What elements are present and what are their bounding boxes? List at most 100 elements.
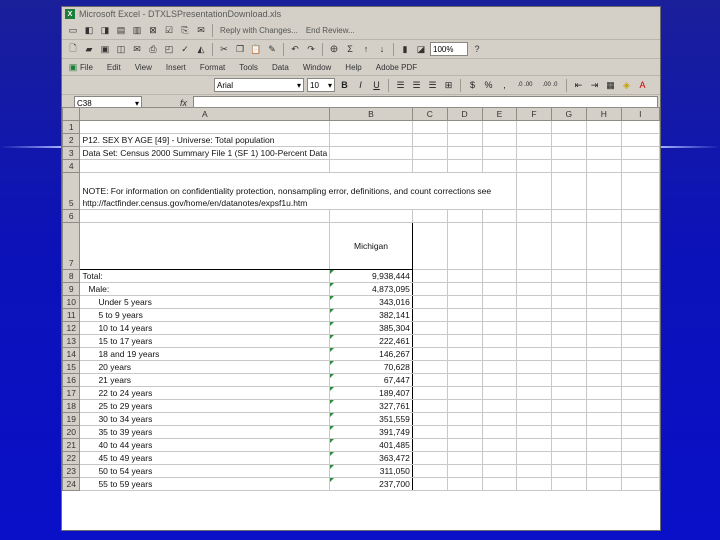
decrease-indent-icon[interactable]: ⇤	[572, 79, 585, 92]
spelling-icon[interactable]: ✓	[178, 42, 192, 56]
menu-format[interactable]: Format	[200, 63, 225, 72]
row-header[interactable]: 7	[62, 222, 81, 270]
previous-comment-icon[interactable]: ◧	[82, 23, 96, 37]
empty-cell[interactable]	[411, 386, 448, 400]
print-preview-icon[interactable]: ◰	[162, 42, 176, 56]
empty-cell[interactable]	[446, 477, 483, 491]
empty-cell[interactable]	[446, 308, 483, 322]
cell-a[interactable]: 20 years	[79, 360, 331, 374]
empty-cell[interactable]	[516, 360, 552, 374]
empty-cell[interactable]	[550, 282, 587, 296]
empty-cell[interactable]	[446, 360, 483, 374]
row-header[interactable]: 8	[62, 269, 81, 283]
help-icon[interactable]: ?	[470, 42, 484, 56]
merge-center-icon[interactable]: ⊞	[442, 79, 455, 92]
row-header[interactable]: 18	[62, 399, 81, 413]
empty-cell[interactable]	[446, 464, 483, 478]
empty-cell[interactable]	[585, 425, 622, 439]
empty-cell[interactable]	[585, 386, 622, 400]
send-mail-icon[interactable]: ✉	[194, 23, 208, 37]
chart-wizard-icon[interactable]: ▮	[398, 42, 412, 56]
comma-button[interactable]: ,	[498, 79, 511, 92]
row-header[interactable]: 3	[62, 146, 81, 160]
empty-cell[interactable]	[516, 172, 552, 210]
row-header[interactable]: 11	[62, 308, 81, 322]
empty-cell[interactable]	[481, 334, 518, 348]
font-color-icon[interactable]: A	[636, 79, 649, 92]
empty-cell[interactable]	[550, 373, 587, 387]
column-header-d[interactable]: D	[446, 107, 483, 121]
cell-a[interactable]: 15 to 17 years	[79, 334, 331, 348]
empty-cell[interactable]	[446, 146, 483, 160]
empty-cell[interactable]	[481, 269, 518, 283]
cell-a[interactable]: 18 and 19 years	[79, 347, 331, 361]
cell-b[interactable]	[329, 120, 413, 134]
cell-b[interactable]: 237,700	[329, 477, 413, 491]
align-right-icon[interactable]: ☰	[426, 79, 439, 92]
empty-cell[interactable]	[481, 295, 518, 309]
empty-cell[interactable]	[411, 282, 448, 296]
empty-cell[interactable]	[620, 295, 660, 309]
empty-cell[interactable]	[411, 159, 448, 173]
empty-cell[interactable]	[481, 360, 518, 374]
menu-view[interactable]: View	[135, 63, 152, 72]
menu-window[interactable]: Window	[303, 63, 331, 72]
decrease-decimal-button[interactable]: .00 .0	[539, 79, 561, 92]
empty-cell[interactable]	[411, 308, 448, 322]
empty-cell[interactable]	[550, 120, 587, 134]
row-header[interactable]: 4	[62, 159, 81, 173]
empty-cell[interactable]	[620, 464, 660, 478]
empty-cell[interactable]	[481, 399, 518, 413]
empty-cell[interactable]	[550, 412, 587, 426]
empty-cell[interactable]	[516, 209, 552, 223]
empty-cell[interactable]	[446, 451, 483, 465]
cell-b[interactable]	[329, 146, 413, 160]
row-header[interactable]: 21	[62, 438, 81, 452]
empty-cell[interactable]	[516, 425, 552, 439]
empty-cell[interactable]	[411, 347, 448, 361]
empty-cell[interactable]	[585, 438, 622, 452]
empty-cell[interactable]	[620, 334, 660, 348]
empty-cell[interactable]	[481, 477, 518, 491]
borders-icon[interactable]: ▦	[604, 79, 617, 92]
menu-data[interactable]: Data	[272, 63, 289, 72]
empty-cell[interactable]	[585, 451, 622, 465]
empty-cell[interactable]	[481, 308, 518, 322]
column-header-b[interactable]: B	[329, 107, 413, 121]
empty-cell[interactable]	[516, 269, 552, 283]
empty-cell[interactable]	[550, 399, 587, 413]
row-header[interactable]: 9	[62, 282, 81, 296]
empty-cell[interactable]	[585, 360, 622, 374]
cell-a[interactable]: Total:	[79, 269, 331, 283]
empty-cell[interactable]	[620, 222, 660, 270]
cell-a[interactable]: 21 years	[79, 373, 331, 387]
empty-cell[interactable]	[516, 477, 552, 491]
empty-cell[interactable]	[481, 222, 518, 270]
empty-cell[interactable]	[550, 222, 587, 270]
column-header-a[interactable]: A	[79, 107, 331, 121]
cell-b[interactable]: 4,873,095	[329, 282, 413, 296]
empty-cell[interactable]	[585, 412, 622, 426]
column-header-i[interactable]: I	[620, 107, 660, 121]
row-header[interactable]: 17	[62, 386, 81, 400]
cell-a[interactable]: 50 to 54 years	[79, 464, 331, 478]
cell-b[interactable]: 351,559	[329, 412, 413, 426]
empty-cell[interactable]	[550, 386, 587, 400]
empty-cell[interactable]	[411, 451, 448, 465]
menu-adobe-pdf[interactable]: Adobe PDF	[376, 63, 417, 72]
empty-cell[interactable]	[516, 334, 552, 348]
empty-cell[interactable]	[516, 159, 552, 173]
cell-a[interactable]: NOTE: For information on confidentiality…	[79, 172, 518, 210]
column-header-g[interactable]: G	[550, 107, 587, 121]
cell-a[interactable]: 5 to 9 years	[79, 308, 331, 322]
cell-b[interactable]: 311,050	[329, 464, 413, 478]
empty-cell[interactable]	[411, 222, 448, 270]
cell-a[interactable]	[79, 120, 331, 134]
underline-button[interactable]: U	[370, 79, 383, 92]
empty-cell[interactable]	[516, 464, 552, 478]
empty-cell[interactable]	[446, 347, 483, 361]
empty-cell[interactable]	[585, 120, 622, 134]
empty-cell[interactable]	[620, 412, 660, 426]
row-header[interactable]: 22	[62, 451, 81, 465]
empty-cell[interactable]	[411, 399, 448, 413]
